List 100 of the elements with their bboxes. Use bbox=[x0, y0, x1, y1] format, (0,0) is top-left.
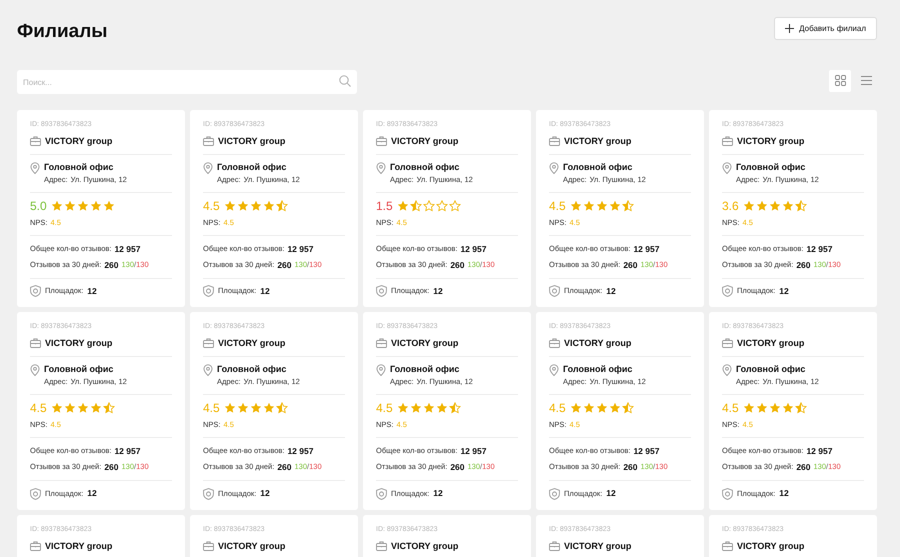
month-reviews-value: 260 bbox=[104, 258, 119, 272]
total-reviews-value: 12 957 bbox=[633, 242, 660, 256]
search-field[interactable]: Поиск... bbox=[17, 70, 357, 94]
briefcase-icon bbox=[30, 338, 41, 348]
month-reviews-value: 260 bbox=[104, 461, 119, 474]
star-icon bbox=[436, 200, 448, 212]
briefcase-icon bbox=[30, 541, 41, 551]
briefcase-icon bbox=[722, 136, 733, 146]
company-name: VICTORY group bbox=[45, 337, 112, 350]
briefcase-icon bbox=[549, 541, 560, 551]
office-name: Головной офис bbox=[563, 160, 634, 174]
total-reviews-value: 12 957 bbox=[633, 445, 660, 458]
month-reviews-value: 260 bbox=[796, 461, 811, 474]
rating-score: 3.6 bbox=[722, 198, 739, 212]
platforms-value: 12 bbox=[779, 284, 789, 298]
office-name: Головной офис bbox=[44, 160, 114, 174]
shield-icon bbox=[549, 488, 560, 500]
star-icon bbox=[756, 402, 768, 414]
platforms-value: 12 bbox=[433, 487, 443, 500]
shield-icon bbox=[722, 488, 733, 500]
month-reviews-value: 260 bbox=[450, 461, 465, 474]
company-name: VICTORY group bbox=[391, 337, 458, 350]
briefcase-icon bbox=[376, 541, 387, 551]
star-icon bbox=[76, 200, 89, 212]
star-icon bbox=[396, 402, 409, 414]
briefcase-icon bbox=[722, 338, 733, 348]
shield-icon bbox=[722, 284, 733, 297]
month-reviews-value: 260 bbox=[277, 461, 292, 474]
rating-score: 4.5 bbox=[203, 198, 220, 212]
star-icon bbox=[582, 200, 595, 212]
office-name: Головной офис bbox=[390, 363, 460, 376]
star-icon bbox=[596, 200, 608, 212]
office-name: Головной офис bbox=[217, 363, 288, 376]
star-icon bbox=[64, 200, 76, 212]
company-name: VICTORY group bbox=[45, 134, 112, 148]
month-reviews-value: 260 bbox=[450, 258, 465, 272]
briefcase-icon bbox=[203, 338, 214, 348]
total-reviews-value: 12 957 bbox=[460, 445, 486, 458]
star-icon bbox=[794, 200, 807, 212]
star-icon bbox=[276, 402, 288, 414]
star-icon bbox=[794, 402, 807, 414]
search-icon bbox=[339, 74, 351, 86]
map-pin-icon bbox=[549, 162, 559, 174]
platforms-value: 12 bbox=[87, 284, 97, 298]
add-branch-button[interactable]: Добавить филиал bbox=[774, 17, 877, 40]
rating-score: 4.5 bbox=[30, 401, 47, 416]
briefcase-icon bbox=[203, 541, 214, 551]
map-pin-icon bbox=[203, 162, 213, 174]
shield-icon bbox=[203, 488, 214, 500]
menu-icon bbox=[860, 76, 872, 85]
shield-icon bbox=[203, 284, 214, 297]
star-icon bbox=[250, 200, 262, 212]
total-reviews-value: 12 957 bbox=[114, 242, 140, 256]
plus-icon bbox=[785, 24, 794, 33]
grid-view-button[interactable] bbox=[829, 70, 851, 92]
star-icon bbox=[596, 402, 608, 414]
company-name: VICTORY group bbox=[218, 337, 286, 350]
rating-score: 4.5 bbox=[376, 401, 393, 416]
star-icon bbox=[756, 200, 768, 212]
map-pin-icon bbox=[376, 364, 386, 376]
company-name: VICTORY group bbox=[391, 134, 458, 148]
office-name: Головной офис bbox=[390, 160, 460, 174]
total-reviews-value: 12 957 bbox=[460, 242, 486, 256]
star-icon bbox=[582, 402, 595, 414]
shield-icon bbox=[376, 284, 387, 297]
shield-icon bbox=[376, 488, 387, 500]
office-name: Головной офис bbox=[563, 363, 634, 376]
map-pin-icon bbox=[549, 364, 559, 376]
star-icon bbox=[90, 200, 102, 212]
star-icon bbox=[236, 200, 249, 212]
star-icon bbox=[250, 402, 262, 414]
star-icon bbox=[422, 402, 435, 414]
platforms-value: 12 bbox=[433, 284, 443, 298]
company-name: VICTORY group bbox=[737, 134, 804, 148]
star-icon bbox=[742, 402, 755, 414]
star-icon bbox=[224, 402, 236, 414]
shield-icon bbox=[549, 284, 560, 297]
month-reviews-value: 260 bbox=[277, 258, 292, 272]
star-icon bbox=[50, 200, 63, 212]
briefcase-icon bbox=[376, 136, 387, 146]
star-icon bbox=[396, 200, 409, 212]
map-pin-icon bbox=[203, 364, 213, 376]
month-reviews-value: 260 bbox=[796, 258, 811, 272]
platforms-value: 12 bbox=[779, 487, 789, 500]
briefcase-icon bbox=[549, 338, 560, 348]
briefcase-icon bbox=[30, 136, 41, 146]
star-icon bbox=[262, 402, 275, 414]
office-name: Головной офис bbox=[217, 160, 288, 174]
office-name: Головной офис bbox=[44, 363, 114, 376]
total-reviews-value: 12 957 bbox=[114, 445, 140, 458]
star-icon bbox=[102, 402, 115, 414]
office-name: Головной офис bbox=[736, 160, 806, 174]
star-icon bbox=[608, 402, 621, 414]
map-pin-icon bbox=[30, 364, 40, 376]
star-icon bbox=[448, 402, 461, 414]
rating-score: 4.5 bbox=[549, 401, 566, 416]
office-name: Головной офис bbox=[736, 363, 806, 376]
star-icon bbox=[76, 402, 89, 414]
total-reviews-value: 12 957 bbox=[806, 445, 832, 458]
total-reviews-value: 12 957 bbox=[287, 242, 314, 256]
